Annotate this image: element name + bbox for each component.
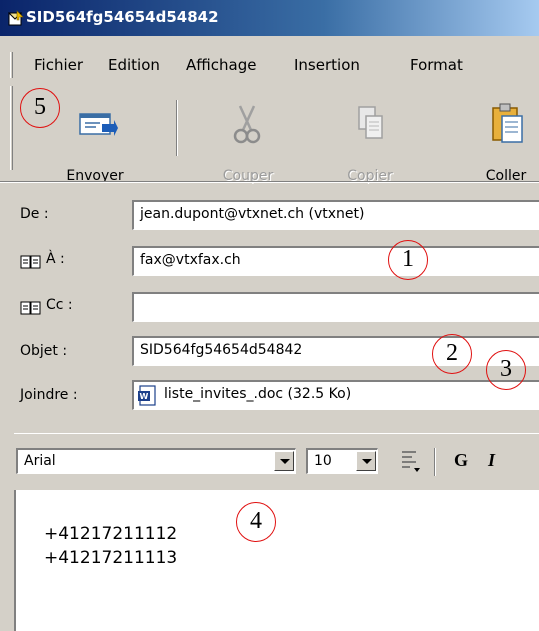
- format-separator: [434, 448, 436, 476]
- menu-grip[interactable]: [10, 52, 13, 78]
- subject-field[interactable]: SID564fg54654d54842: [132, 336, 539, 366]
- menu-insertion[interactable]: Insertion: [294, 56, 360, 74]
- menu-affichage[interactable]: Affichage: [186, 56, 256, 74]
- copy-icon: [358, 106, 383, 139]
- menu-format[interactable]: Format: [410, 56, 463, 74]
- subject-label: Objet :: [20, 343, 68, 359]
- word-document-icon: W: [138, 385, 156, 406]
- size-select[interactable]: 10: [306, 448, 378, 474]
- toolbar: Envoyer Couper Copier Coller: [0, 80, 539, 184]
- attach-field[interactable]: W liste_invites_.doc (32.5 Ko): [132, 380, 539, 410]
- toolbar-divider: [0, 181, 539, 183]
- send-icon: [79, 113, 118, 136]
- address-book-icon[interactable]: [20, 254, 42, 270]
- font-select[interactable]: Arial: [16, 448, 296, 474]
- cc-field[interactable]: [132, 292, 539, 322]
- annotation-circle-2: 2: [432, 334, 472, 374]
- title-bar: SID564fg54654d54842: [0, 0, 539, 36]
- compose-message-icon: [8, 10, 24, 26]
- annotation-circle-1: 1: [388, 240, 428, 280]
- address-book-icon[interactable]: [20, 300, 42, 316]
- scissors-icon: [233, 105, 261, 144]
- clipboard-icon: [492, 103, 523, 143]
- cut-button[interactable]: Couper: [198, 94, 298, 190]
- svg-text:W: W: [140, 392, 149, 401]
- italic-button[interactable]: I: [488, 450, 495, 471]
- format-toolbar: Arial 10 G I: [14, 433, 539, 489]
- menu-fichier[interactable]: Fichier: [34, 56, 83, 74]
- menu-edition[interactable]: Edition: [108, 56, 160, 74]
- paragraph-style-icon[interactable]: [398, 448, 422, 474]
- compose-window: SID564fg54654d54842 Fichier Edition Affi…: [0, 0, 539, 631]
- from-label: De :: [20, 206, 49, 222]
- copy-button[interactable]: Copier: [320, 94, 420, 190]
- message-body[interactable]: +41217211112 +41217211113: [14, 490, 539, 631]
- attachment-name[interactable]: liste_invites_.doc (32.5 Ko): [164, 386, 351, 402]
- to-field[interactable]: fax@vtxfax.ch: [132, 246, 539, 276]
- annotation-circle-3: 3: [486, 350, 526, 390]
- window-title: SID564fg54654d54842: [26, 8, 219, 26]
- font-value: Arial: [24, 453, 56, 469]
- toolbar-separator: [176, 100, 178, 156]
- attach-label: Joindre :: [20, 387, 78, 403]
- menu-bar: Fichier Edition Affichage Insertion Form…: [0, 48, 539, 78]
- to-label: À :: [46, 251, 65, 267]
- chevron-down-icon[interactable]: [274, 451, 294, 471]
- paste-button[interactable]: Coller: [460, 94, 539, 190]
- bold-button[interactable]: G: [454, 450, 468, 471]
- toolbar-grip[interactable]: [10, 86, 13, 170]
- chevron-down-icon[interactable]: [356, 451, 376, 471]
- body-line: +41217211113: [44, 548, 178, 568]
- cc-label: Cc :: [46, 297, 73, 313]
- annotation-circle-4: 4: [236, 502, 276, 542]
- annotation-circle-5: 5: [20, 88, 60, 128]
- from-field[interactable]: jean.dupont@vtxnet.ch (vtxnet): [132, 200, 539, 230]
- size-value: 10: [314, 453, 332, 469]
- body-line: +41217211112: [44, 524, 178, 544]
